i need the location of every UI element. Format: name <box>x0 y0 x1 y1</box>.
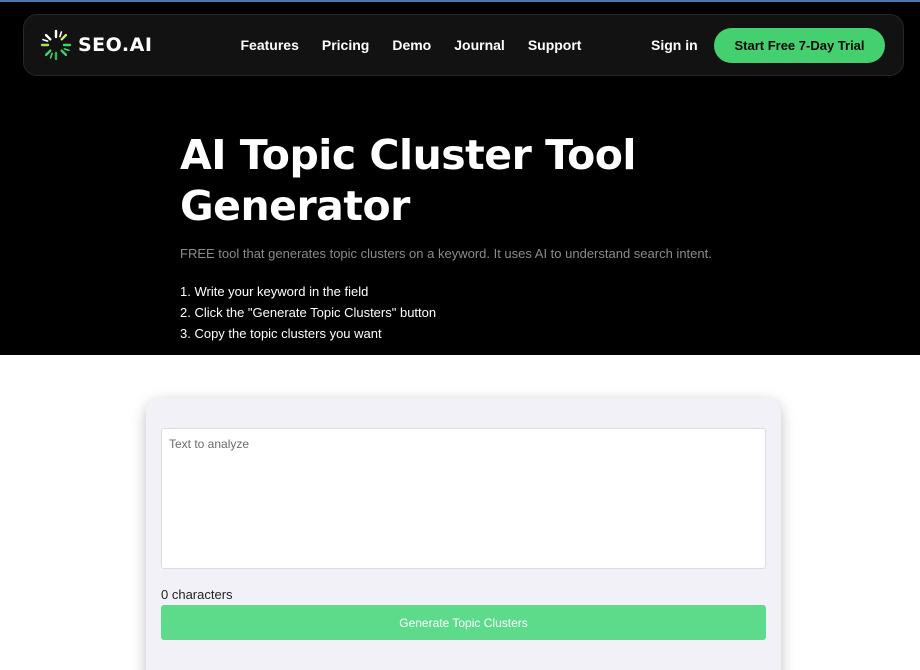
step-item: 1. Write your keyword in the field <box>180 284 369 299</box>
hero-section: SEO.AI Features Pricing Demo Journal Sup… <box>0 2 920 355</box>
nav-link-demo[interactable]: Demo <box>381 37 443 53</box>
page: SEO.AI Features Pricing Demo Journal Sup… <box>0 0 920 670</box>
step-item: 3. Copy the topic clusters you want <box>180 326 382 341</box>
sign-in-link[interactable]: Sign in <box>651 15 698 75</box>
nav-link-pricing[interactable]: Pricing <box>310 37 380 53</box>
sunburst-logo-icon <box>40 29 72 61</box>
nav-link-features[interactable]: Features <box>229 37 310 53</box>
generate-topic-clusters-button[interactable]: Generate Topic Clusters <box>161 605 766 640</box>
nav-link-journal[interactable]: Journal <box>443 37 517 53</box>
logo-text: SEO.AI <box>78 34 153 56</box>
keyword-textarea[interactable] <box>161 428 766 569</box>
nav-links: Features Pricing Demo Journal Support <box>229 15 593 75</box>
navbar: SEO.AI Features Pricing Demo Journal Sup… <box>23 14 904 76</box>
logo[interactable]: SEO.AI <box>40 29 152 61</box>
tool-card: 0 characters Generate Topic Clusters <box>146 398 781 670</box>
step-item: 2. Click the "Generate Topic Clusters" b… <box>180 305 437 320</box>
start-trial-button[interactable]: Start Free 7-Day Trial <box>714 28 885 63</box>
nav-link-support[interactable]: Support <box>516 37 593 53</box>
steps-list: 1. Write your keyword in the field 2. Cl… <box>180 281 436 344</box>
page-title: AI Topic Cluster Tool Generator <box>180 131 636 230</box>
character-count: 0 characters <box>161 587 233 602</box>
hero-subtitle: FREE tool that generates topic clusters … <box>180 246 712 261</box>
